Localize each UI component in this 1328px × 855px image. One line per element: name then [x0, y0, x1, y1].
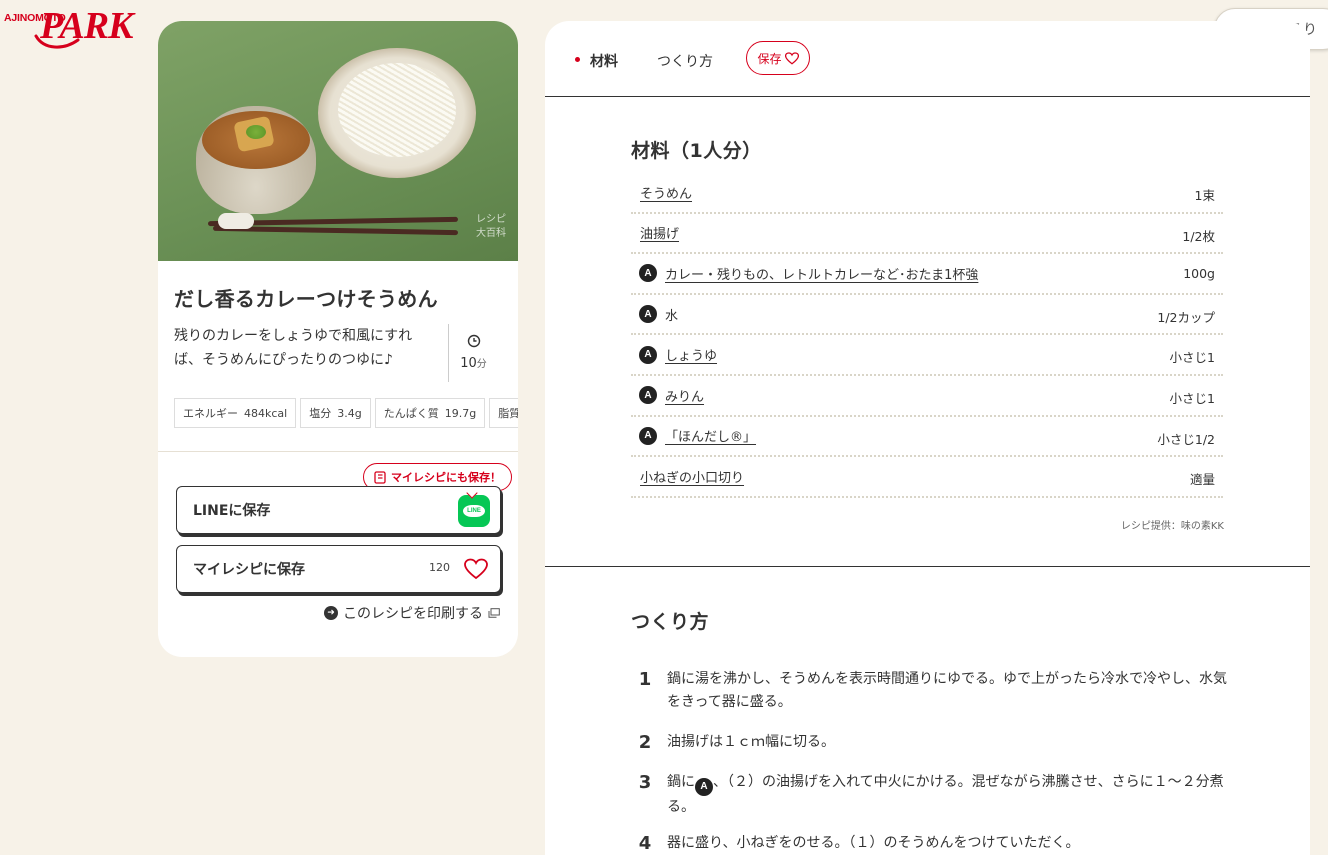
ingredient-qty: 適量	[1189, 472, 1215, 488]
ingredient-qty: 1/2カップ	[1157, 309, 1215, 325]
step-item: 3 鍋に A 、（２）の油揚げを入れて中火にかける。混ぜながら沸騰させ、さらに１～２…	[631, 771, 1231, 819]
step-item: 1 鍋に湯を沸かし、そうめんを表示時間通りにゆでる。ゆで上がったら冷水で冷やし、…	[631, 668, 1231, 714]
arrow-right-icon: ➜	[324, 606, 338, 620]
save-pill-label: 保存	[757, 51, 782, 66]
recipe-tabs: 材料 つくり方 保存	[545, 21, 1310, 97]
steps-heading: つくり方	[631, 611, 710, 633]
ingredient-list: そうめん 1束 油揚げ 1/2枚 A カレー・残りもの、レトルトカレーなど･おた…	[631, 173, 1223, 498]
heart-icon	[464, 558, 488, 580]
ingredient-qty: 1束	[1194, 188, 1215, 203]
step-item: 4 器に盛り、小ねぎをのせる。（１）のそうめんをつけていただく。	[631, 832, 1231, 855]
ingredient-name[interactable]: 油揚げ	[640, 223, 679, 242]
step-text: 器に盛り、小ねぎをのせる。（１）のそうめんをつけていただく。	[667, 835, 1080, 851]
ingredient-name[interactable]: 小ねぎの小口切り	[640, 467, 744, 486]
clock-icon	[467, 334, 480, 348]
group-a-badge: A	[639, 305, 657, 324]
step-number: 3	[638, 772, 652, 793]
nutrition-list: エネルギー484kcal 塩分3.4g たんぱく質19.7g 脂質20	[174, 398, 518, 430]
ingredient-qty: 小さじ1	[1169, 350, 1215, 366]
save-to-line-button[interactable]: LINEに保存 LINE	[176, 486, 501, 534]
section-divider	[545, 566, 1310, 567]
nutrient-energy: エネルギー 484kcal	[174, 398, 297, 428]
print-recipe-link[interactable]: ➜ このレシピを印刷する	[324, 603, 500, 623]
active-tab-indicator	[575, 57, 580, 62]
recipe-description: 残りのカレーをしょうゆで和風にすれば、そうめんにぴったりのつゆに♪	[174, 328, 413, 368]
print-recipe-label: このレシピを印刷する	[343, 606, 483, 622]
ingredients-heading: 材料（1人分）	[631, 140, 762, 162]
ajinomoto-park-logo[interactable]: AJINOMOTO PARK	[4, 5, 144, 49]
save-pill-button[interactable]: 保存	[746, 41, 810, 75]
external-window-icon	[488, 608, 500, 618]
group-a-badge: A	[639, 386, 657, 405]
line-icon: LINE	[458, 495, 490, 527]
ingredient-qty: 小さじ1/2	[1157, 431, 1215, 447]
ingredient-name[interactable]: しょうゆ	[665, 345, 717, 364]
recipe-credit: レシピ提供：味の素KK	[1120, 521, 1224, 532]
ingredient-row: そうめん 1束	[631, 173, 1223, 214]
heart-outline-icon	[784, 51, 799, 65]
logo-swoosh-icon	[34, 34, 80, 49]
myrecipe-promo-text: マイレシピにも保存！	[391, 471, 501, 484]
step-number: 1	[638, 669, 652, 690]
ingredient-qty: 100g	[1183, 266, 1215, 282]
ingredient-name[interactable]: カレー・残りもの、レトルトカレーなど･おたま1杯強	[665, 264, 978, 283]
ingredient-row: 油揚げ 1/2枚	[631, 214, 1223, 255]
ingredient-qty: 1/2枚	[1182, 228, 1215, 244]
ingredient-name[interactable]: そうめん	[640, 183, 692, 202]
ingredient-row: A カレー・残りもの、レトルトカレーなど･おたま1杯強 100g	[631, 254, 1223, 295]
ingredient-row: A しょうゆ 小さじ1	[631, 335, 1223, 376]
ingredient-row: A 「ほんだし®」 小さじ1/2	[631, 417, 1223, 458]
step-number: 4	[638, 833, 652, 854]
nutrient-protein: たんぱく質 19.7g	[374, 398, 486, 428]
cook-time: 10分	[448, 324, 498, 382]
save-to-myrecipe-label: マイレシピに保存	[193, 562, 305, 578]
ingredient-row: A みりん 小さじ1	[631, 376, 1223, 417]
save-count: 120	[429, 561, 450, 574]
ingredient-name[interactable]: 「ほんだし®」	[665, 426, 756, 445]
ingredient-name[interactable]: みりん	[665, 386, 704, 405]
save-to-myrecipe-button[interactable]: マイレシピに保存 120	[176, 545, 501, 593]
group-a-badge: A	[695, 778, 713, 796]
group-a-badge: A	[639, 345, 657, 364]
step-text: 鍋に湯を沸かし、そうめんを表示時間通りにゆでる。ゆで上がったら冷水で冷やし、水気…	[667, 671, 1227, 710]
cook-time-unit: 分	[476, 359, 487, 370]
step-number: 2	[638, 732, 652, 753]
recipe-photo: レシピ大百科	[158, 21, 518, 261]
ingredient-row: A 水 1/2カップ	[631, 295, 1223, 336]
notebook-icon	[374, 470, 386, 484]
group-a-badge: A	[639, 426, 657, 445]
card-divider	[158, 451, 518, 452]
recipe-badge-watermark: レシピ大百科	[476, 214, 506, 239]
nutrient-fat: 脂質20	[489, 398, 518, 428]
tab-steps[interactable]: つくり方	[657, 51, 713, 71]
recipe-title: だし香るカレーつけそうめん	[174, 287, 438, 311]
step-item: 2 油揚げは１ｃｍ幅に切る。	[631, 731, 1231, 754]
recipe-summary-card: レシピ大百科 だし香るカレーつけそうめん 残りのカレーをしょうゆで和風にすれば、…	[158, 21, 518, 657]
nutrient-salt: 塩分 3.4g	[300, 398, 371, 428]
recipe-detail-panel: 材料 つくり方 保存 材料（1人分） そうめん 1束 油揚げ 1/2枚 A カレ…	[545, 21, 1310, 855]
save-to-line-label: LINEに保存	[193, 503, 271, 519]
ingredient-row: 小ねぎの小口切り 適量	[631, 457, 1223, 498]
ingredient-qty: 小さじ1	[1169, 390, 1215, 406]
step-text: 鍋に A 、（２）の油揚げを入れて中火にかける。混ぜながら沸騰させ、さらに１～２分煮…	[667, 774, 1224, 815]
group-a-badge: A	[639, 264, 657, 283]
tab-ingredients[interactable]: 材料	[590, 51, 618, 71]
ingredient-name: 水	[665, 308, 679, 324]
cook-time-value: 10	[460, 356, 477, 371]
step-text: 油揚げは１ｃｍ幅に切る。	[667, 734, 835, 750]
